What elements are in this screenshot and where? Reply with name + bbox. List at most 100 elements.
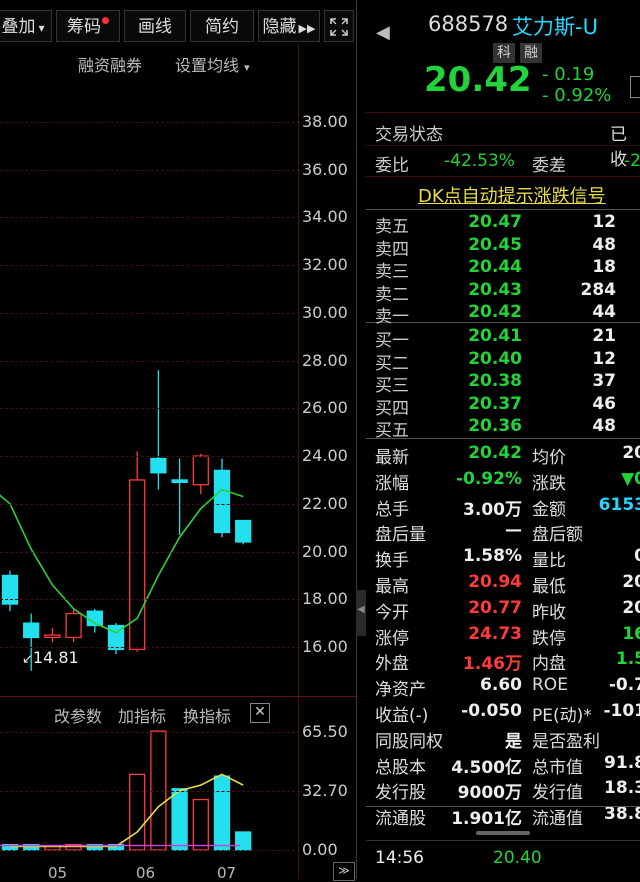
x-label-05: 05	[48, 864, 68, 882]
candle	[150, 370, 167, 490]
ma-settings-label: 设置均线	[175, 56, 240, 75]
panel-toggle-button[interactable]	[630, 76, 640, 98]
stat-label: 涨跌	[532, 473, 566, 494]
bids-level-label: 买五	[375, 421, 409, 441]
asks-price: 20.47	[468, 212, 522, 232]
expand-button[interactable]	[324, 10, 354, 42]
chips-label: 筹码	[67, 17, 101, 37]
order-ratio-label: 委比	[375, 156, 409, 176]
stat-value: 1.901亿	[451, 809, 522, 830]
stat-value: 20	[622, 572, 640, 592]
panel-divider	[356, 0, 357, 879]
candle	[213, 458, 231, 538]
stats-row: 净资产 6.60 ROE -0.7	[366, 675, 640, 701]
stats-row: 涨幅 -0.92% 涨跌 ▼0	[366, 469, 640, 495]
chevron-down-icon: ▾	[244, 61, 250, 74]
stat-label: 最低	[532, 577, 566, 597]
panel-resize-handle[interactable]: ◀	[356, 590, 366, 636]
stat-label: 今开	[375, 602, 409, 623]
stat-label: 外盘	[375, 654, 409, 675]
price-tick-label: 34.00	[302, 207, 348, 227]
candle	[86, 608, 103, 633]
simple-mode-button[interactable]: 简约	[190, 10, 254, 42]
candle-body	[235, 519, 252, 543]
stat-label: 最新	[375, 448, 409, 468]
stat-label: 金额	[532, 499, 566, 520]
grid-line	[0, 312, 300, 314]
candle-body	[171, 479, 188, 483]
price-change-pct: - 0.92%	[542, 85, 612, 106]
stats-row: 总手 3.00万金额 6153	[366, 495, 640, 521]
separator	[366, 112, 640, 113]
stat-label: 跌停	[532, 628, 566, 649]
stat-label: 总股本	[375, 757, 426, 778]
volume-tick-label: 0.00	[302, 840, 338, 859]
prev-stock-arrow[interactable]: ◀	[376, 22, 390, 43]
price-tick-label: 30.00	[302, 302, 348, 322]
ma-settings-link[interactable]: 设置均线 ▾	[175, 52, 250, 76]
stats-row: 今开 20.77 昨收 20	[366, 598, 640, 624]
asks-level-label: 卖二	[375, 284, 409, 305]
stat-value: 6153	[598, 494, 640, 515]
stat-label: 收益(-)	[375, 706, 429, 726]
bids-price: 20.37	[468, 393, 522, 414]
notification-dot-icon	[102, 17, 109, 24]
margin-trading-link[interactable]: 融资融券	[78, 52, 142, 76]
draw-line-button[interactable]: 画线	[124, 10, 186, 42]
stat-label: 是否盈利	[532, 731, 600, 752]
stat-label: 均价	[532, 448, 566, 468]
candle-body	[192, 455, 209, 486]
stat-label: 净资产	[375, 680, 426, 701]
price-tick-label: 26.00	[302, 398, 348, 418]
hide-button[interactable]: 隐藏 ▶▶	[258, 10, 320, 42]
stat-label: 总手	[375, 499, 409, 520]
grid-line	[0, 122, 300, 123]
volume-tick-label: 65.50	[302, 722, 348, 741]
candle	[192, 453, 209, 495]
candle-body	[150, 457, 167, 474]
bids-volume: 46	[592, 393, 616, 414]
bids-price: 20.41	[468, 326, 522, 346]
dk-signal-link[interactable]: DK点自动提示涨跌信号	[418, 182, 606, 208]
stat-value: -0.050	[461, 701, 522, 721]
bids-row[interactable]: 买五 20.36 48	[366, 416, 640, 442]
order-ratio-value: -42.53%	[444, 151, 515, 171]
volume-bar	[171, 788, 188, 851]
asks-volume: 48	[592, 234, 616, 255]
candle-body	[23, 622, 40, 639]
bids-volume: 37	[592, 371, 616, 391]
stat-label: 盘后量	[375, 525, 426, 546]
scroll-handle[interactable]	[476, 831, 530, 835]
stat-value: 20.77	[468, 597, 522, 618]
close-indicator-button[interactable]: ✕	[250, 703, 270, 723]
grid-line	[0, 503, 300, 505]
stat-label: 量比	[532, 551, 566, 572]
bids-level-label: 买二	[375, 353, 409, 374]
grid-line	[0, 217, 300, 219]
candle	[65, 608, 82, 643]
stat-value: 20	[622, 597, 640, 618]
scroll-right-button[interactable]: ≫	[333, 862, 355, 881]
arrow-icon: ↙	[22, 652, 33, 667]
chevron-down-icon: ▾	[38, 21, 45, 35]
overlay-button[interactable]: 叠加 ▾	[0, 10, 52, 42]
asks-row[interactable]: 卖一 20.42 44	[366, 302, 640, 328]
stat-value: 91.8	[604, 752, 640, 773]
low-price-value: 14.81	[32, 648, 79, 667]
stat-value: 38.8	[604, 804, 640, 825]
stat-value: 18.3	[604, 778, 640, 799]
chevron-left-icon: ◀	[357, 604, 365, 615]
stat-value: 9000万	[457, 783, 522, 804]
candle-body	[129, 479, 146, 651]
bids-level-label: 买一	[375, 331, 409, 351]
stat-label: 流通股	[375, 809, 426, 830]
expand-icon	[330, 18, 348, 36]
price-tick-label: 38.00	[302, 112, 348, 131]
volume-tick-label: 32.70	[302, 781, 348, 801]
low-price-marker: ↙14.81	[22, 648, 79, 667]
chips-button[interactable]: 筹码	[56, 10, 120, 42]
stat-value: 3.00万	[463, 499, 522, 520]
triangle-left-icon: ◀	[376, 22, 390, 43]
tick-price: 20.40	[493, 848, 542, 868]
separator	[366, 840, 640, 841]
